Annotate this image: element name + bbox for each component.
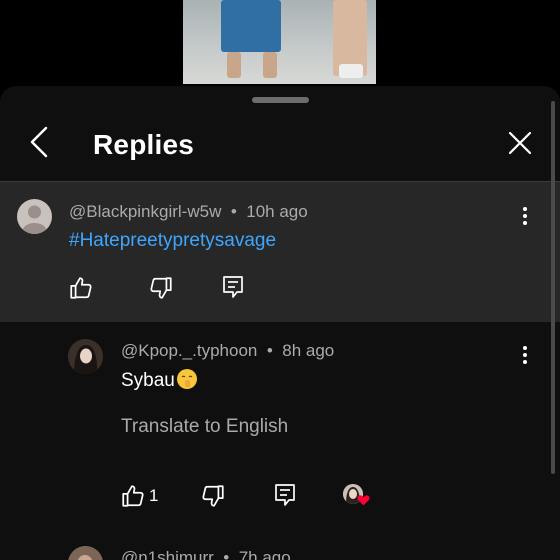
meta-separator: • — [218, 548, 234, 560]
chevron-left-icon — [30, 126, 48, 158]
user-avatar-photo — [68, 339, 103, 374]
reply-time: 7h ago — [238, 548, 291, 560]
translate-link[interactable]: Translate to English — [121, 416, 288, 438]
avatar[interactable] — [17, 199, 52, 234]
reply-text: Sybau — [121, 370, 175, 391]
more-options-button[interactable] — [519, 344, 531, 366]
thumbs-down-icon — [150, 277, 172, 299]
reply-author[interactable]: @Kpop._.typhoon — [121, 341, 257, 360]
dislike-button[interactable] — [200, 483, 226, 509]
reply-author[interactable]: @n1shimurr — [121, 548, 214, 560]
video-figure-leg — [263, 52, 277, 78]
like-button[interactable] — [68, 275, 94, 301]
like-button[interactable] — [120, 483, 146, 509]
page-title: Replies — [93, 129, 194, 160]
creator-heart-icon — [357, 495, 370, 506]
video-figure-shorts — [221, 0, 281, 52]
reply-text-row[interactable]: Sybau — [121, 369, 197, 392]
comment-time: 10h ago — [246, 202, 308, 221]
video-figure-leg — [227, 52, 241, 78]
video-player-area — [0, 0, 560, 86]
video-figure-shoe — [339, 64, 363, 78]
reply-meta: @n1shimurr • 7h ago — [121, 548, 291, 560]
thumbs-up-icon — [70, 277, 92, 299]
close-button[interactable] — [505, 128, 535, 158]
user-avatar-photo — [68, 546, 103, 560]
comment-meta: @Blackpinkgirl-w5w • 10h ago — [69, 202, 308, 222]
avatar[interactable] — [68, 546, 103, 560]
meta-separator: • — [226, 202, 242, 221]
comment-author[interactable]: @Blackpinkgirl-w5w — [69, 202, 221, 221]
reply-button[interactable] — [221, 274, 247, 300]
scrollbar[interactable] — [551, 101, 555, 474]
meta-separator: • — [262, 341, 278, 360]
thumbs-down-icon — [202, 485, 224, 507]
parent-comment: @Blackpinkgirl-w5w • 10h ago #Hatepreety… — [0, 182, 560, 322]
like-count: 1 — [149, 486, 159, 505]
comment-reply-icon — [223, 276, 243, 298]
dislike-button[interactable] — [148, 275, 174, 301]
default-avatar-icon — [22, 205, 47, 234]
reply-button[interactable] — [273, 482, 299, 508]
creator-heart-badge[interactable] — [343, 484, 370, 506]
reply-meta: @Kpop._.typhoon • 8h ago — [121, 341, 334, 361]
replies-sheet: Replies @Blackpinkgirl-w5w • 10h ago #Ha… — [0, 86, 560, 560]
drag-handle[interactable] — [252, 97, 309, 103]
comment-reply-icon — [275, 484, 295, 506]
back-button[interactable] — [24, 124, 56, 160]
shushing-face-emoji — [176, 369, 197, 389]
video-thumbnail[interactable] — [183, 0, 376, 84]
reply-time: 8h ago — [282, 341, 335, 360]
comment-text[interactable]: #Hatepreetypretysavage — [69, 230, 276, 252]
thumbs-up-icon — [122, 485, 144, 507]
close-icon — [508, 131, 532, 155]
more-options-button[interactable] — [519, 205, 531, 227]
replies-header: Replies — [0, 106, 560, 181]
avatar[interactable] — [68, 339, 103, 374]
